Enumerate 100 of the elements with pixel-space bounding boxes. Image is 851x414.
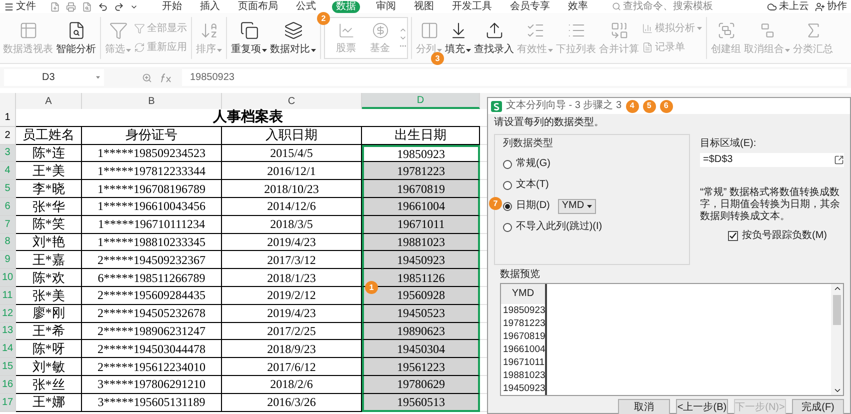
preview-value: 19661004: [502, 343, 545, 356]
ribbon-tab[interactable]: 视图: [412, 2, 436, 12]
range-select-icon[interactable]: [834, 155, 844, 165]
name-box[interactable]: D3: [4, 69, 104, 86]
ribbon-tab[interactable]: 审阅: [374, 2, 398, 12]
preview-value: 19881023: [502, 369, 545, 382]
ribbon-button[interactable]: 智能分析: [55, 16, 97, 60]
zoom-icon[interactable]: [142, 72, 152, 82]
table-cell: 2*****194509232367: [82, 251, 222, 270]
table-cell: 19881023: [362, 234, 480, 252]
row-header[interactable]: 2: [0, 126, 16, 145]
printer-icon[interactable]: [66, 2, 76, 12]
column-title-cell: 员工姓名: [16, 126, 82, 145]
ribbon-tab[interactable]: 开始: [160, 2, 184, 12]
step-badge: 5: [642, 100, 656, 112]
table-cell: 2015/4/5: [222, 144, 362, 162]
table-cell: 2019/4/23: [222, 234, 362, 252]
user-plus-icon: [815, 2, 825, 12]
dialog-button[interactable]: 完成(F): [792, 399, 844, 414]
dialog-button[interactable]: <上一步(B): [676, 399, 728, 414]
target-field[interactable]: =$D$3: [700, 153, 844, 167]
table-cell: 陈*欢: [16, 269, 82, 287]
format-dropdown[interactable]: YMD: [558, 198, 596, 214]
ribbon-button[interactable]: 数据对比: [269, 16, 317, 60]
table-cell: 1*****198509234523: [82, 144, 222, 162]
radio-option[interactable]: 文本(T): [503, 180, 549, 190]
table-cell: 2017/2/25: [222, 322, 362, 340]
refresh-icon: [134, 42, 145, 53]
toolbar-action[interactable]: 未上云: [767, 2, 809, 12]
menu-icon: [4, 2, 14, 12]
row-header[interactable]: 1: [0, 109, 16, 127]
table-cell: 2*****195612234010: [82, 358, 222, 376]
preview-label: 数据预览: [499, 270, 541, 281]
redo-icon[interactable]: [114, 2, 124, 12]
table-cell: 19560513: [362, 394, 480, 412]
preview-value: 19781223: [502, 317, 545, 330]
table-cell: 1*****196610043456: [82, 198, 222, 216]
document-search-icon[interactable]: [82, 2, 92, 12]
table-cell: 王*希: [16, 322, 82, 340]
columns-icon: [420, 21, 438, 40]
table-cell: 19661004: [362, 198, 480, 216]
instruction-text: 请设置每列的数据类型。: [494, 118, 605, 130]
fx-icon[interactable]: [160, 72, 174, 82]
ribbon-button[interactable]: 查找录入: [473, 16, 515, 60]
table-cell: 1*****197812233344: [82, 162, 222, 180]
column-title-cell: 身份证号: [82, 126, 222, 145]
document-search-icon: [66, 21, 86, 40]
table-cell: 19890623: [362, 322, 480, 340]
table-cell: 19780629: [362, 376, 480, 394]
ribbon-button[interactable]: 填充: [444, 16, 472, 60]
undo-icon[interactable]: [98, 2, 108, 12]
ribbon-tab[interactable]: 插入: [198, 2, 222, 12]
table-cell: 19561223: [362, 358, 480, 376]
ribbon-tab[interactable]: 页面布局: [236, 2, 280, 12]
caret-icon: [586, 204, 592, 208]
document-icon[interactable]: [50, 2, 60, 12]
dialog-button[interactable]: 取消: [618, 399, 670, 414]
file-menu[interactable]: 文件: [4, 2, 36, 12]
formula-field[interactable]: 19850923: [182, 69, 847, 86]
target-label: 目标区域(E):: [700, 139, 758, 149]
table-cell: 陈*笑: [16, 216, 82, 234]
table-cell: 王*嘉: [16, 251, 82, 270]
negative-checkbox[interactable]: 按负号跟踪负数(M): [728, 231, 844, 241]
upload-icon: [484, 21, 504, 40]
preview-value: 19450923: [502, 382, 545, 395]
table-cell: 3*****197806291210: [82, 376, 222, 394]
scrollbar[interactable]: [831, 284, 843, 395]
ribbon-tab[interactable]: 开发工具: [450, 2, 494, 12]
preview-value: 19670819: [502, 330, 545, 343]
column-header[interactable]: B: [82, 93, 222, 109]
scrollbar-thumb[interactable]: [833, 295, 841, 325]
table-cell: 刘*敏: [16, 358, 82, 376]
radio-option[interactable]: 日期(D): [503, 201, 550, 211]
step-badge: 4: [626, 100, 639, 112]
ribbon-tab[interactable]: 数据: [332, 0, 360, 12]
filter-icon: [134, 23, 145, 34]
column-header[interactable]: A: [16, 93, 82, 109]
combine-icon: [610, 21, 628, 40]
scroll-down-icon[interactable]: [832, 386, 842, 395]
ribbon-tab[interactable]: 公式: [294, 2, 318, 12]
table-cell: 2*****194505232678: [82, 304, 222, 323]
copy-icon: [240, 21, 258, 40]
ribbon-tab[interactable]: 会员专享: [508, 2, 552, 12]
preview-value: 19850923: [502, 304, 545, 317]
table-cell: 陈*连: [16, 144, 82, 162]
scroll-up-icon[interactable]: [832, 284, 842, 293]
table-cell: 19671011: [362, 216, 480, 234]
table-cell: 2*****198906231247: [82, 322, 222, 340]
radio-option[interactable]: 常规(G): [503, 159, 550, 169]
radio-option[interactable]: 不导入此列(跳过)(I): [503, 222, 602, 232]
toolbar-action[interactable]: 协作: [815, 2, 847, 12]
table-cell: 2*****195609284435: [82, 286, 222, 305]
table-cell: 张*华: [16, 198, 82, 216]
table-cell: 1*****196710111234: [82, 216, 222, 234]
ribbon-tab[interactable]: 效率: [566, 2, 590, 12]
ribbon-button[interactable]: 重复项: [230, 16, 268, 60]
table-cell: 1*****198810233345: [82, 234, 222, 252]
table-cell: 19670819: [362, 180, 480, 198]
coin-icon: [372, 22, 388, 39]
table-cell: 19781223: [362, 162, 480, 180]
